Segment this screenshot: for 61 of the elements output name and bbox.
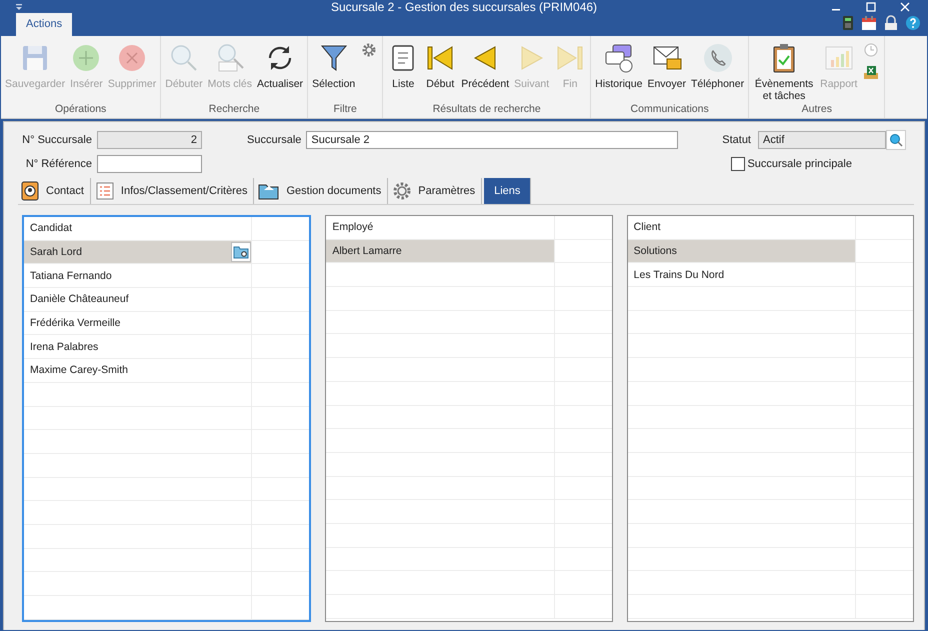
address-book-icon (20, 181, 40, 201)
list-icon (94, 181, 115, 201)
list-row[interactable]: Frédérika Vermeille (24, 312, 252, 334)
ribbon-button[interactable]: Envoyer (645, 42, 688, 102)
ribbon-button[interactable]: Évènements et tâches (751, 42, 818, 102)
group-label: Autres (800, 102, 833, 117)
ribbon-button[interactable]: Actualiser (254, 42, 306, 102)
phone-icon (702, 42, 734, 74)
reference-field[interactable] (97, 155, 202, 173)
tab[interactable]: Liens (484, 178, 532, 204)
ribbon-tab[interactable]: Actions (16, 13, 72, 36)
group-label: Opérations (54, 102, 108, 117)
ribbon-button[interactable]: Sélection (310, 42, 358, 102)
lock-icon[interactable] (883, 15, 899, 31)
tab[interactable]: Paramètres (390, 178, 482, 204)
column-header: Employé (326, 216, 555, 239)
open-folder-button[interactable] (231, 242, 252, 262)
tab[interactable]: Contact (18, 178, 91, 204)
main-branch-checkbox[interactable]: Succursale principale (731, 157, 852, 171)
folder-icon (233, 245, 250, 260)
search-button[interactable] (886, 130, 906, 150)
gear-icon[interactable] (361, 42, 378, 58)
list-row[interactable]: Solutions (628, 240, 856, 262)
list-row[interactable]: Danièle Châteauneuf (24, 288, 252, 311)
chat-bubbles-icon (602, 42, 635, 74)
window-title: Sucursale 2 - Gestion des succursales (PRIM046) (330, 1, 598, 14)
maximize-icon[interactable] (865, 1, 877, 13)
field-label: N° Succursale (21, 134, 92, 146)
ribbon-button[interactable]: Liste (385, 42, 422, 102)
group-label: Recherche (208, 102, 261, 117)
tab[interactable]: Gestion documents (256, 178, 388, 204)
field-label: N° Référence (24, 158, 92, 170)
field-label: Statut (722, 134, 751, 146)
branch-name-field[interactable]: Sucursale 2 (306, 131, 678, 149)
calendar-icon[interactable] (861, 15, 877, 31)
status-field[interactable]: Actif (758, 131, 886, 149)
list-row[interactable]: Maxime Carey-Smith (24, 359, 252, 382)
gear-icon (392, 181, 412, 201)
calculator-icon[interactable] (841, 15, 855, 31)
list-row[interactable]: Sarah Lord (24, 240, 252, 264)
close-icon[interactable] (899, 1, 911, 13)
group-label: Filtre (332, 102, 358, 117)
column-header: Candidat (24, 217, 252, 240)
group-label: Communications (630, 102, 710, 117)
list-row[interactable]: Tatiana Fernando (24, 264, 252, 288)
search-icon (889, 133, 903, 147)
list-row[interactable]: Albert Lamarre (326, 240, 555, 262)
tab[interactable]: Infos/Classement/Critères (92, 178, 254, 204)
column-header: Client (628, 216, 856, 239)
ribbon-button[interactable]: Précédent (459, 42, 512, 102)
ribbon-button[interactable]: Historique (593, 42, 644, 102)
group-label: Résultats de recherche (432, 102, 542, 117)
list-row[interactable]: Les Trains Du Nord (628, 263, 856, 286)
list-row[interactable]: Irena Palabres (24, 335, 252, 358)
field-label: Succursale (247, 134, 302, 146)
ribbon-button[interactable]: Début (422, 42, 458, 102)
spreadsheet-icon[interactable] (863, 64, 880, 80)
ribbon-button[interactable]: Téléphoner (688, 42, 746, 102)
quick-access-icon[interactable] (15, 3, 23, 11)
help-icon[interactable] (905, 15, 921, 31)
branch-number-field[interactable]: 2 (97, 131, 202, 149)
